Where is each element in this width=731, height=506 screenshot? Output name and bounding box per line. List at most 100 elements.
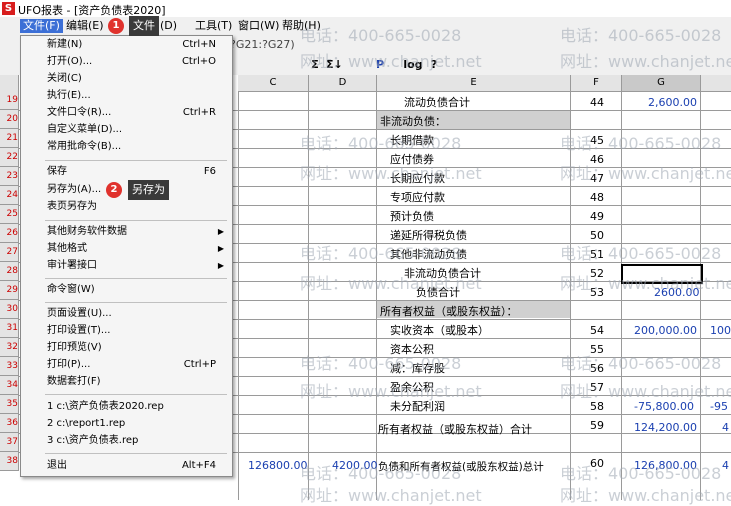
row-header[interactable]: 25 (0, 205, 19, 224)
menu-item-data-overprint[interactable]: 数据套打(F) (21, 373, 232, 390)
section-title-cell[interactable]: 所有者权益（或股东权益）： (380, 303, 518, 319)
value-cell[interactable]: 2,600.00 (648, 96, 697, 109)
row-header[interactable]: 34 (0, 376, 19, 395)
menu-item-recent-file-2[interactable]: 2 c:\report1.rep (21, 415, 232, 432)
row-header[interactable]: 28 (0, 262, 19, 281)
label-cell[interactable]: 流动负债合计 (404, 94, 470, 110)
column-header-e[interactable]: E (377, 75, 571, 92)
value-cell[interactable]: -95 (710, 400, 728, 413)
menu-item-other-finance-data[interactable]: 其他财务软件数据 ▶ (21, 223, 232, 240)
menu-item-save-page-as[interactable]: 表页另存为 (21, 198, 232, 215)
line-number-cell[interactable]: 47 (590, 172, 604, 185)
print-p-icon[interactable]: P (372, 57, 388, 73)
line-number-cell[interactable]: 55 (590, 343, 604, 356)
row-header[interactable]: 31 (0, 319, 19, 338)
line-number-cell[interactable]: 59 (590, 419, 604, 432)
selected-cell[interactable] (621, 264, 703, 284)
label-cell[interactable]: 实收资本（或股本） (390, 322, 489, 338)
section-title-cell[interactable]: 非流动负债： (380, 113, 446, 129)
menu-item-custom-menu[interactable]: 自定义菜单(D)... (21, 121, 232, 138)
line-number-cell[interactable]: 54 (590, 324, 604, 337)
line-number-cell[interactable]: 58 (590, 400, 604, 413)
log-icon[interactable]: log (402, 57, 424, 73)
line-number-cell[interactable]: 57 (590, 381, 604, 394)
line-number-cell[interactable]: 56 (590, 362, 604, 375)
line-number-cell[interactable]: 51 (590, 248, 604, 261)
row-header[interactable]: 27 (0, 243, 19, 262)
line-number-cell[interactable]: 53 (590, 286, 604, 299)
label-cell[interactable]: 所有者权益（或股东权益）合计 (378, 421, 532, 437)
value-cell[interactable]: 4 (722, 421, 729, 434)
value-cell[interactable]: 4 (722, 459, 729, 472)
column-header-f[interactable]: F (571, 75, 622, 92)
row-header[interactable]: 22 (0, 148, 19, 167)
value-cell[interactable]: -75,800.00 (634, 400, 694, 413)
value-cell[interactable]: 126,800.00 (634, 459, 697, 472)
sum-down-icon[interactable]: Σ↓ (326, 57, 343, 73)
column-header-g[interactable]: G (622, 75, 701, 92)
menu-item-print-setup[interactable]: 打印设置(T)... (21, 322, 232, 339)
label-cell[interactable]: 负债合计 (416, 284, 460, 300)
row-header[interactable]: 29 (0, 281, 19, 300)
label-cell[interactable]: 其他非流动负债 (390, 246, 467, 262)
menu-item-close[interactable]: 关闭(C) (21, 70, 232, 87)
menu-item-new[interactable]: 新建(N) Ctrl+N (21, 36, 232, 53)
menu-edit[interactable]: 编辑(E) (66, 19, 104, 33)
row-header[interactable]: 21 (0, 129, 19, 148)
label-cell[interactable]: 预计负债 (390, 208, 434, 224)
label-cell[interactable]: 长期应付款 (390, 170, 445, 186)
row-header[interactable]: 35 (0, 395, 19, 414)
line-number-cell[interactable]: 60 (590, 457, 604, 470)
row-header[interactable]: 37 (0, 433, 19, 452)
row-header[interactable]: 30 (0, 300, 19, 319)
value-cell[interactable]: 126800.00 (248, 459, 308, 472)
value-cell[interactable]: 100 (710, 324, 731, 337)
menu-item-audit-interface[interactable]: 审计署接口 ▶ (21, 257, 232, 274)
row-header[interactable]: 33 (0, 357, 19, 376)
menu-item-recent-file-3[interactable]: 3 c:\资产负债表.rep (21, 432, 232, 449)
row-header[interactable]: 20 (0, 110, 19, 129)
menu-item-save[interactable]: 保存 F6 (21, 163, 232, 180)
line-number-cell[interactable]: 49 (590, 210, 604, 223)
value-cell[interactable]: 2600.00 (654, 286, 700, 299)
label-cell[interactable]: 未分配利润 (390, 398, 445, 414)
row-header[interactable]: 19 (0, 91, 19, 110)
line-number-cell[interactable]: 46 (590, 153, 604, 166)
row-header[interactable]: 24 (0, 186, 19, 205)
line-number-cell[interactable]: 48 (590, 191, 604, 204)
line-number-cell[interactable]: 44 (590, 96, 604, 109)
menu-item-save-as[interactable]: 另存为(A)... (21, 181, 232, 198)
menu-item-open[interactable]: 打开(O)... Ctrl+O (21, 53, 232, 70)
row-header[interactable]: 23 (0, 167, 19, 186)
line-number-cell[interactable]: 50 (590, 229, 604, 242)
label-cell[interactable]: 减：库存股 (390, 360, 445, 376)
menu-window[interactable]: 窗口(W) (238, 19, 279, 33)
label-cell[interactable]: 盈余公积 (390, 379, 434, 395)
label-cell[interactable]: 递延所得税负债 (390, 227, 467, 243)
menu-item-print-preview[interactable]: 打印预览(V) (21, 339, 232, 356)
menu-tools[interactable]: 工具(T) (195, 19, 232, 33)
menu-data[interactable]: (D) (160, 19, 177, 33)
value-cell[interactable]: 4200.00 (332, 459, 378, 472)
row-header[interactable]: 38 (0, 452, 19, 471)
line-number-cell[interactable]: 45 (590, 134, 604, 147)
label-cell[interactable]: 负债和所有者权益(或股东权益)总计 (378, 459, 544, 474)
menu-item-print[interactable]: 打印(P)... Ctrl+P (21, 356, 232, 373)
row-header[interactable]: 26 (0, 224, 19, 243)
label-cell[interactable]: 非流动负债合计 (404, 265, 481, 281)
sum-icon[interactable]: Σ (307, 57, 323, 73)
label-cell[interactable]: 应付债券 (390, 151, 434, 167)
menu-file[interactable]: 文件(F) (20, 19, 63, 33)
label-cell[interactable]: 资本公积 (390, 341, 434, 357)
help-icon[interactable]: ? (426, 57, 442, 73)
menu-item-file-password[interactable]: 文件口令(R)... Ctrl+R (21, 104, 232, 121)
column-header-c[interactable]: C (238, 75, 309, 92)
column-header-d[interactable]: D (309, 75, 377, 92)
menu-item-exit[interactable]: 退出 Alt+F4 (21, 457, 232, 474)
menu-item-page-setup[interactable]: 页面设置(U)... (21, 305, 232, 322)
row-header[interactable]: 36 (0, 414, 19, 433)
menu-item-other-formats[interactable]: 其他格式 ▶ (21, 240, 232, 257)
column-header-h[interactable] (701, 75, 731, 92)
menu-item-execute[interactable]: 执行(E)... (21, 87, 232, 104)
menu-item-command-window[interactable]: 命令窗(W) (21, 281, 232, 298)
